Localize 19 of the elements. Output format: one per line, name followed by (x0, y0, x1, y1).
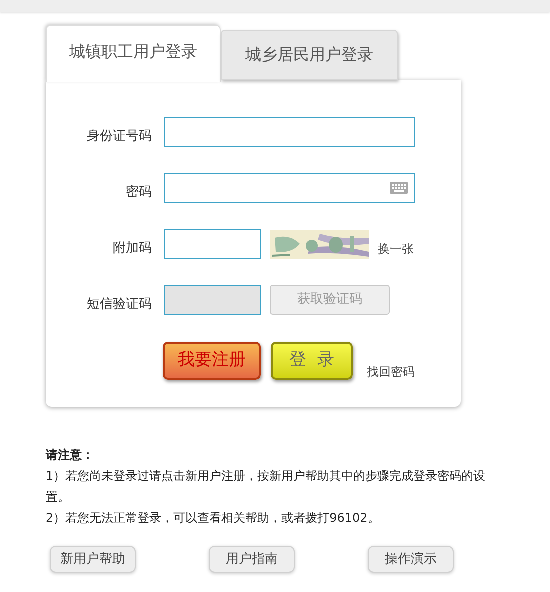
notice-text: 2）若您无法正常登录，可以查看相关帮助，或者拨打96102。 (46, 510, 381, 527)
forgot-password-link[interactable]: 找回密码 (367, 363, 415, 381)
help-button[interactable]: 操作演示 (368, 546, 454, 573)
password-field[interactable] (164, 173, 415, 203)
login-tab[interactable]: 城乡居民用户登录 (221, 30, 398, 80)
notice-text: 1）若您尚未登录过请点击新用户注册，按新用户帮助其中的步骤完成登录密码的设置。 (46, 468, 487, 506)
id-number-field[interactable] (164, 117, 415, 147)
keyboard-icon[interactable] (390, 182, 408, 194)
notice-title: 请注意： (46, 447, 95, 464)
login-button[interactable]: 登 录 (271, 342, 353, 380)
field-label: 短信验证码 (86, 296, 153, 314)
field-label: 身份证号码 (86, 128, 153, 146)
help-button[interactable]: 用户指南 (209, 546, 295, 573)
field-label: 附加码 (112, 240, 153, 258)
field-label: 密码 (125, 184, 153, 202)
captcha-field[interactable] (164, 229, 261, 259)
help-button[interactable]: 新用户帮助 (50, 546, 136, 573)
refresh-link[interactable]: 换一张 (378, 240, 414, 259)
login-tab[interactable]: 城镇职工用户登录 (46, 25, 221, 82)
